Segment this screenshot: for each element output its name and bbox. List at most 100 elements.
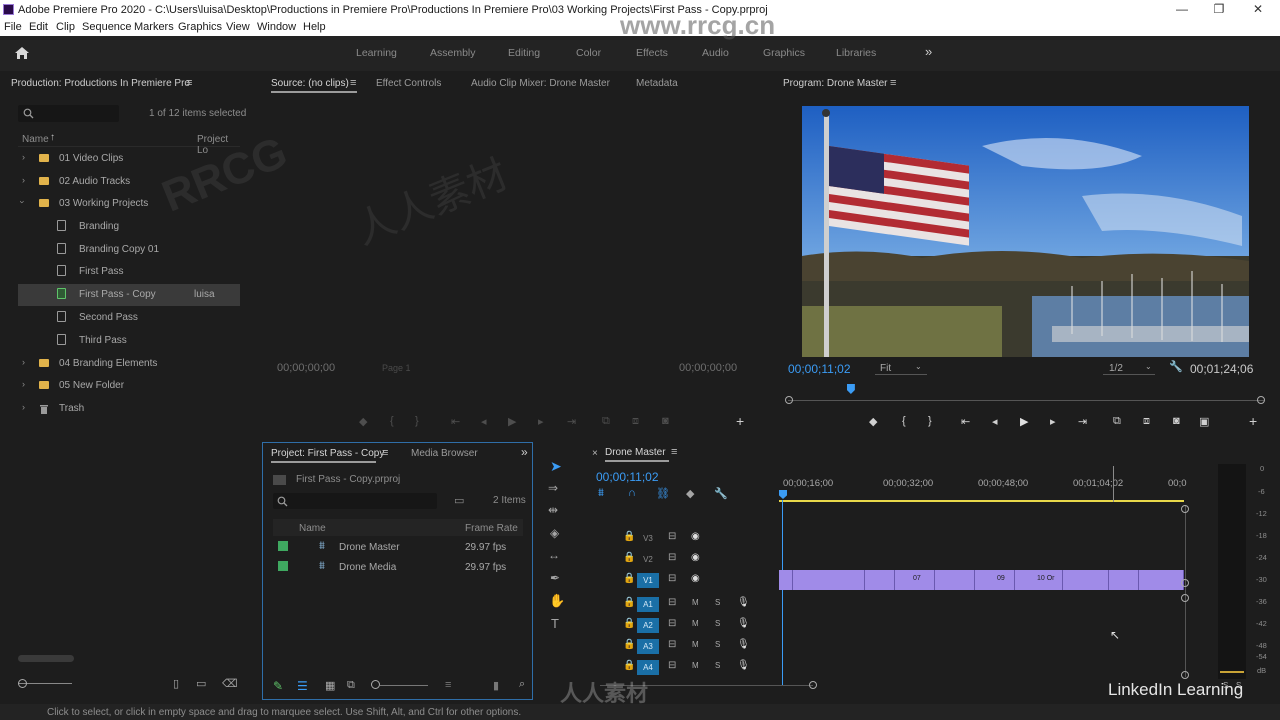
- home-icon[interactable]: [14, 46, 30, 60]
- minimize-icon[interactable]: —: [1174, 2, 1190, 16]
- lock-icon[interactable]: 🔒: [623, 552, 635, 563]
- workspace-libraries[interactable]: Libraries: [836, 47, 876, 59]
- program-playhead[interactable]: [846, 384, 855, 394]
- track-a4[interactable]: 🔒 A4 ⊟ M S 🎙: [580, 657, 1180, 678]
- horizontal-scrollbar[interactable]: [18, 655, 74, 662]
- lock-icon[interactable]: 🔒: [623, 660, 635, 671]
- vertical-scrollbar[interactable]: [1185, 505, 1186, 677]
- wrench-icon[interactable]: 🔧: [1169, 360, 1183, 373]
- button-editor-icon[interactable]: +: [736, 413, 744, 429]
- comparison-view-icon[interactable]: ▣: [1199, 415, 1209, 428]
- workspace-effects[interactable]: Effects: [636, 47, 668, 59]
- panel-overflow-icon[interactable]: »: [521, 445, 528, 459]
- list-view-icon[interactable]: ☰: [297, 679, 308, 693]
- step-forward-icon[interactable]: ▸: [1050, 415, 1056, 428]
- step-back-icon[interactable]: ◂: [992, 415, 998, 428]
- project-search-input[interactable]: [273, 493, 437, 509]
- microphone-icon[interactable]: 🎙: [737, 618, 750, 629]
- track-a1[interactable]: 🔒 A1 ⊟ M S 🎙: [580, 594, 1180, 615]
- track-label[interactable]: A4: [637, 660, 659, 675]
- new-bin-from-search-icon[interactable]: ▭: [454, 494, 464, 507]
- step-back-icon[interactable]: ◂: [481, 415, 487, 428]
- timeline-settings-icon[interactable]: 🔧: [714, 487, 728, 500]
- timeline-playhead[interactable]: [779, 490, 787, 499]
- go-to-in-icon[interactable]: ⇤: [961, 415, 970, 428]
- mark-in-icon[interactable]: {: [902, 415, 906, 427]
- eye-icon[interactable]: ◉: [691, 552, 700, 563]
- video-clip[interactable]: 07: [895, 570, 935, 590]
- sync-lock-icon[interactable]: ⊟: [668, 660, 676, 671]
- tab-media-browser[interactable]: Media Browser: [411, 448, 478, 459]
- microphone-icon[interactable]: 🎙: [737, 660, 750, 671]
- sync-lock-icon[interactable]: ⊟: [668, 639, 676, 650]
- panel-menu-icon[interactable]: ≡: [382, 447, 388, 459]
- overwrite-icon[interactable]: ⧈: [632, 415, 639, 428]
- track-label[interactable]: V1: [637, 573, 659, 588]
- insert-overwrite-sequences-icon[interactable]: ⩩: [598, 487, 604, 500]
- workspace-editing[interactable]: Editing: [508, 47, 540, 59]
- production-item[interactable]: Branding: [18, 216, 240, 238]
- production-item[interactable]: Branding Copy 01: [18, 239, 240, 261]
- track-v2[interactable]: 🔒 V2 ⊟ ◉: [580, 549, 1180, 570]
- eye-icon[interactable]: ◉: [691, 573, 700, 584]
- icon-view-icon[interactable]: ▦: [325, 679, 335, 692]
- production-item[interactable]: Third Pass: [18, 330, 240, 352]
- panel-menu-icon[interactable]: ≡: [350, 77, 356, 89]
- play-icon[interactable]: ▶: [508, 415, 516, 428]
- zoom-slider-handle[interactable]: [371, 680, 380, 689]
- export-frame-icon[interactable]: ◙: [1173, 415, 1180, 427]
- button-editor-icon[interactable]: +: [1249, 413, 1257, 429]
- video-clip[interactable]: [793, 570, 865, 590]
- extract-icon[interactable]: ⧈: [1143, 415, 1150, 428]
- microphone-icon[interactable]: 🎙: [737, 597, 750, 608]
- v1-clip-strip[interactable]: 07 09 10 Or: [779, 570, 1184, 590]
- chevron-right-icon[interactable]: ›: [22, 379, 25, 389]
- sequence-tab[interactable]: Drone Master: [605, 447, 666, 458]
- zoom-handle-right[interactable]: [1257, 396, 1265, 404]
- go-to-in-icon[interactable]: ⇤: [451, 415, 460, 428]
- menu-file[interactable]: File: [4, 21, 22, 33]
- lift-icon[interactable]: ⧉: [1113, 415, 1121, 428]
- production-item[interactable]: › 05 New Folder: [18, 375, 240, 397]
- tab-audio-clip-mixer[interactable]: Audio Clip Mixer: Drone Master: [471, 78, 610, 89]
- go-to-out-icon[interactable]: ⇥: [567, 415, 576, 428]
- zoom-slider-handle[interactable]: [18, 679, 27, 688]
- video-clip[interactable]: [1063, 570, 1109, 590]
- menu-view[interactable]: View: [226, 21, 250, 33]
- eye-icon[interactable]: ◉: [691, 531, 700, 542]
- solo-button[interactable]: S: [715, 619, 720, 628]
- tab-effect-controls[interactable]: Effect Controls: [376, 78, 441, 89]
- slip-tool-icon[interactable]: ↔: [548, 548, 560, 562]
- video-clip[interactable]: 10 Or: [1015, 570, 1063, 590]
- menu-window[interactable]: Window: [257, 21, 296, 33]
- lock-icon[interactable]: 🔒: [623, 618, 635, 629]
- workspace-assembly[interactable]: Assembly: [430, 47, 476, 59]
- scroll-handle[interactable]: [1181, 594, 1189, 602]
- menu-graphics[interactable]: Graphics: [178, 21, 222, 33]
- production-search-input[interactable]: [18, 105, 119, 122]
- menu-edit[interactable]: Edit: [29, 21, 48, 33]
- chevron-right-icon[interactable]: ›: [22, 175, 25, 185]
- export-frame-icon[interactable]: ◙: [662, 415, 669, 427]
- track-label[interactable]: A3: [637, 639, 659, 654]
- zoom-slider[interactable]: [380, 685, 428, 686]
- close-icon[interactable]: ✕: [1250, 2, 1266, 16]
- chevron-right-icon[interactable]: ›: [22, 357, 25, 367]
- pen-tool-icon[interactable]: ✒: [550, 571, 560, 585]
- type-tool-icon[interactable]: T: [551, 616, 559, 631]
- menu-sequence[interactable]: Sequence: [82, 21, 132, 33]
- scroll-handle[interactable]: [1181, 671, 1189, 679]
- maximize-icon[interactable]: ❐: [1211, 2, 1227, 16]
- program-timecode[interactable]: 00;00;11;02: [788, 362, 851, 376]
- mark-out-icon[interactable]: }: [928, 415, 932, 427]
- sync-lock-icon[interactable]: ⊟: [668, 618, 676, 629]
- chevron-right-icon[interactable]: ›: [22, 402, 25, 412]
- microphone-icon[interactable]: 🎙: [737, 639, 750, 650]
- sync-lock-icon[interactable]: ⊟: [668, 552, 676, 563]
- sync-lock-icon[interactable]: ⊟: [668, 597, 676, 608]
- trash-icon[interactable]: ⌫: [222, 677, 238, 690]
- source-page-select[interactable]: Page 1: [382, 363, 411, 373]
- tab-project[interactable]: Project: First Pass - Copy: [271, 448, 384, 459]
- add-marker-icon[interactable]: ◆: [686, 487, 694, 500]
- label-color-swatch[interactable]: [278, 541, 288, 551]
